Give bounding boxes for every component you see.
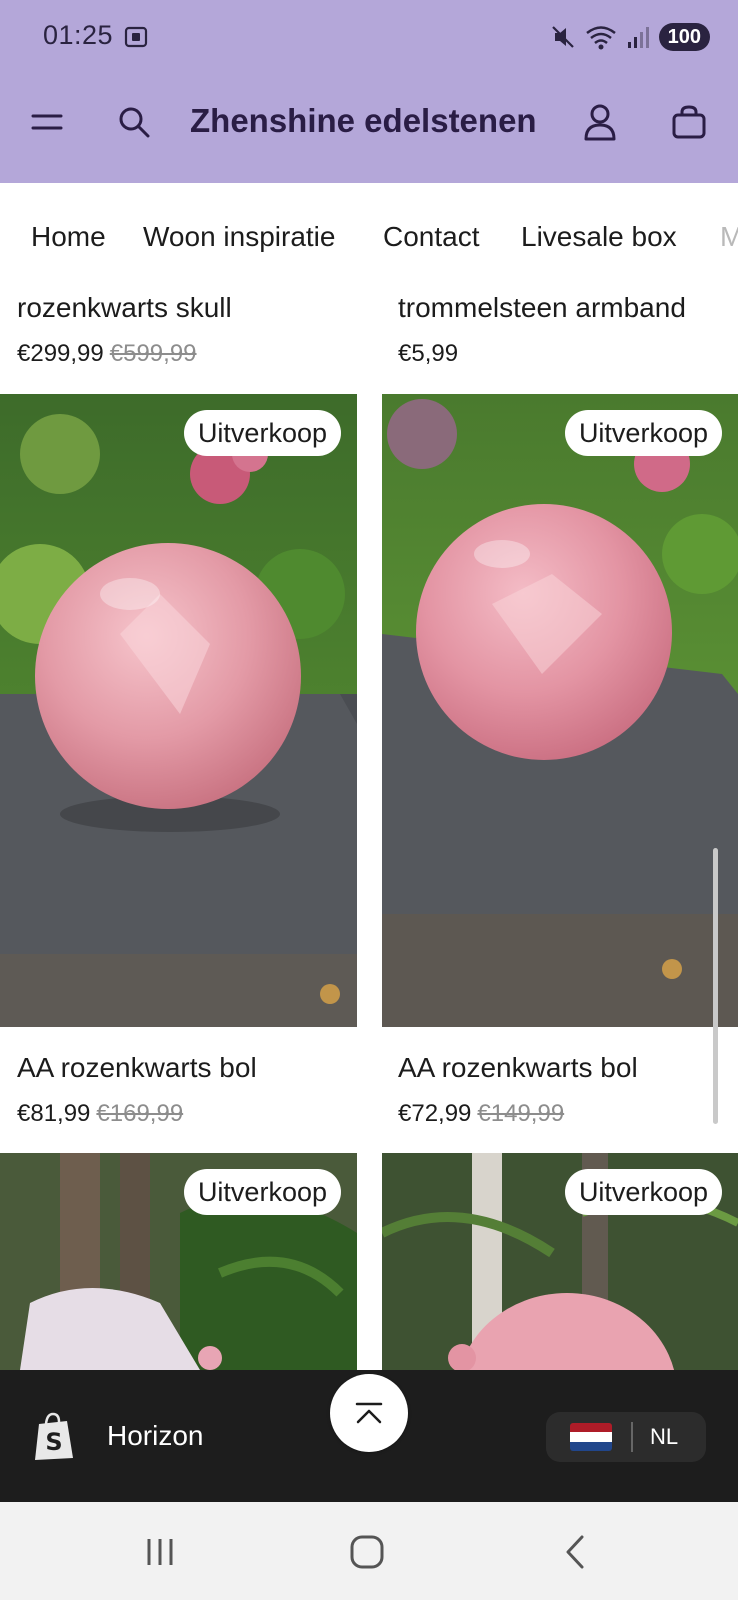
battery-indicator: 100: [658, 23, 710, 51]
home-icon: [350, 1535, 384, 1569]
language-selector[interactable]: NL: [546, 1412, 706, 1462]
flag-stripe: [570, 1432, 612, 1442]
product-price: €5,99: [398, 340, 458, 368]
product-name[interactable]: AA rozenkwarts bol: [398, 1052, 638, 1084]
sale-price: €72,99: [398, 1100, 472, 1127]
sale-badge: Uitverkoop: [564, 1169, 722, 1215]
nav-item-woon-inspiratie[interactable]: Woon inspiratie: [143, 221, 335, 253]
product-price: €81,99 €169,99: [17, 1100, 183, 1128]
status-right-group: 100: [551, 22, 710, 52]
product-image[interactable]: Uitverkoop: [382, 394, 738, 1027]
system-navigation-bar: [0, 1502, 738, 1600]
nav-item-contact[interactable]: Contact: [383, 221, 480, 253]
nav-item-livesale-box[interactable]: Livesale box: [521, 221, 677, 253]
original-price: €149,99: [477, 1100, 565, 1127]
nav-item-home[interactable]: Home: [31, 221, 106, 253]
netherlands-flag-icon: [570, 1423, 612, 1451]
sale-badge: Uitverkoop: [183, 410, 341, 456]
search-button[interactable]: [114, 102, 154, 142]
rose-quartz-sphere-photo: [0, 394, 357, 1027]
chevron-up-icon: [355, 1402, 383, 1424]
store-header: Zhenshine edelstenen: [0, 76, 738, 183]
home-button[interactable]: [345, 1530, 389, 1574]
product-price: €299,99 €599,99: [17, 340, 197, 368]
shopify-bag-icon: S: [35, 1412, 73, 1460]
mute-icon: [551, 26, 574, 48]
menu-button[interactable]: [27, 102, 67, 142]
divider: [631, 1422, 633, 1452]
scroll-indicator: [713, 848, 718, 1124]
sale-price: €299,99: [17, 340, 104, 367]
main-nav: Home Woon inspiratie Contact Livesale bo…: [0, 183, 738, 273]
product-name[interactable]: rozenkwarts skull: [17, 292, 232, 324]
cart-icon: [672, 105, 706, 139]
product-name[interactable]: AA rozenkwarts bol: [17, 1052, 257, 1084]
recent-apps-button[interactable]: [138, 1530, 182, 1574]
product-image[interactable]: Uitverkoop: [382, 1153, 738, 1370]
menu-icon: [31, 114, 63, 130]
sale-badge: Uitverkoop: [183, 1169, 341, 1215]
account-icon: [584, 104, 616, 141]
scroll-to-top-button[interactable]: [330, 1374, 408, 1452]
sale-badge: Uitverkoop: [564, 410, 722, 456]
product-price: €72,99 €149,99: [398, 1100, 564, 1128]
recent-apps-icon: [147, 1539, 173, 1565]
shop-name[interactable]: Horizon: [107, 1420, 203, 1452]
screenshot-icon: [124, 26, 148, 48]
rose-quartz-sphere-photo: [382, 394, 738, 1027]
store-title[interactable]: Zhenshine edelstenen: [190, 102, 537, 140]
signal-icon: [627, 27, 649, 48]
product-name[interactable]: trommelsteen armband: [398, 292, 686, 324]
sale-price: €81,99: [17, 1100, 91, 1127]
status-bar: 01:25 100: [0, 0, 738, 76]
back-button[interactable]: [553, 1530, 597, 1574]
product-image[interactable]: Uitverkoop: [0, 394, 357, 1027]
status-time: 01:25: [43, 20, 114, 50]
language-code: NL: [650, 1424, 679, 1449]
flag-stripe: [570, 1441, 612, 1451]
original-price: €169,99: [96, 1100, 184, 1127]
original-price: €599,99: [109, 340, 197, 367]
back-icon: [566, 1535, 584, 1569]
wifi-icon: [585, 26, 616, 50]
svg-text:S: S: [45, 1428, 62, 1456]
sale-price: €5,99: [398, 340, 459, 367]
flag-stripe: [570, 1423, 612, 1433]
product-image[interactable]: Uitverkoop: [0, 1153, 357, 1370]
nav-item-more[interactable]: M: [720, 221, 738, 253]
cart-button[interactable]: [669, 102, 709, 142]
account-button[interactable]: [580, 102, 620, 142]
search-icon: [119, 107, 150, 138]
